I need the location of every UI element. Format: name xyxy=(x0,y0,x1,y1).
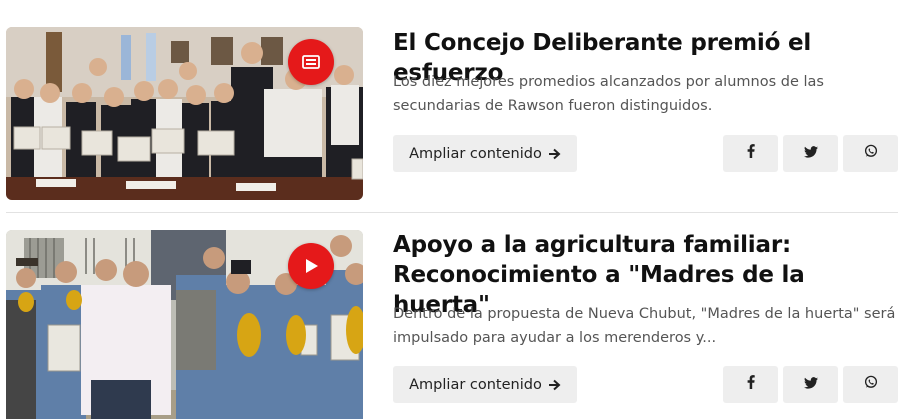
article-excerpt: Los diez mejores promedios alcanzados po… xyxy=(393,74,824,114)
gallery-icon[interactable] xyxy=(288,39,334,85)
article-excerpt: Dentro de la propuesta de Nueva Chubut, … xyxy=(393,306,896,346)
facebook-icon xyxy=(747,144,755,163)
read-more-label: Ampliar contenido xyxy=(409,145,542,162)
article-card: El Concejo Deliberante premió el esfuerz… xyxy=(0,0,914,212)
facebook-share-button[interactable] xyxy=(723,366,778,403)
twitter-share-button[interactable] xyxy=(783,135,838,172)
arrow-right-icon xyxy=(548,148,561,160)
twitter-icon xyxy=(803,376,818,394)
facebook-icon xyxy=(747,375,755,394)
whatsapp-icon xyxy=(864,375,878,394)
play-icon[interactable] xyxy=(288,243,334,289)
read-more-button[interactable]: Ampliar contenido xyxy=(393,135,577,172)
twitter-icon xyxy=(803,145,818,163)
whatsapp-share-button[interactable] xyxy=(843,366,898,403)
whatsapp-icon xyxy=(864,144,878,163)
whatsapp-share-button[interactable] xyxy=(843,135,898,172)
arrow-right-icon xyxy=(548,379,561,391)
facebook-share-button[interactable] xyxy=(723,135,778,172)
article-card: Apoyo a la agricultura familiar: Reconoc… xyxy=(0,213,914,419)
read-more-label: Ampliar contenido xyxy=(409,376,542,393)
read-more-button[interactable]: Ampliar contenido xyxy=(393,366,577,403)
twitter-share-button[interactable] xyxy=(783,366,838,403)
